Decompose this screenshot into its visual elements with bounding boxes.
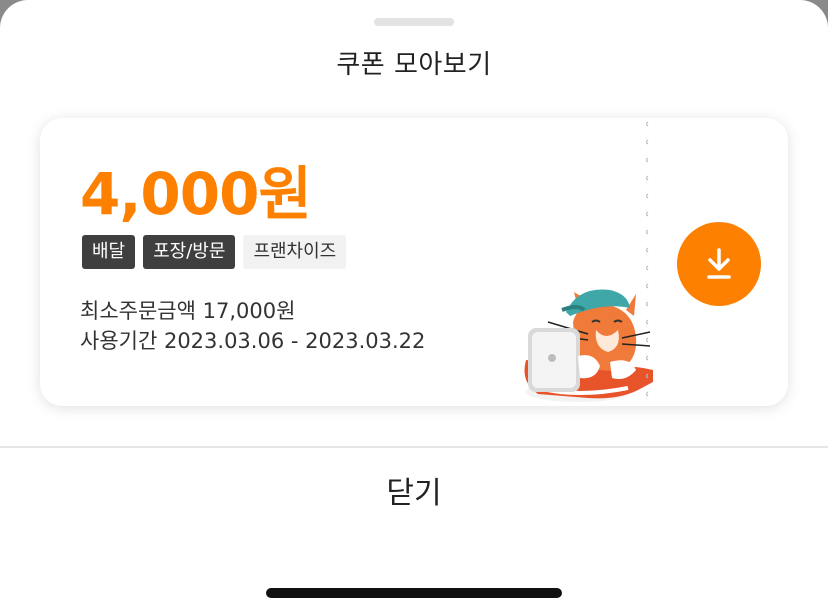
close-button[interactable]: 닫기	[314, 466, 514, 522]
tag-pickup-visit: 포장/방문	[143, 235, 236, 269]
tag-delivery: 배달	[82, 235, 136, 269]
cat-mascot-illustration	[524, 289, 653, 402]
coupon-card: 4,000원 배달 포장/방문 프랜차이즈 최소주문금액 17,000원 사용기…	[40, 118, 788, 406]
coupon-tags: 배달 포장/방문 프랜차이즈	[82, 235, 347, 269]
footer-divider	[0, 446, 828, 448]
home-indicator[interactable]	[266, 588, 562, 598]
min-order-amount: 최소주문금액 17,000원	[80, 299, 296, 323]
sheet-title: 쿠폰 모아보기	[336, 50, 492, 80]
drag-handle[interactable]	[374, 18, 454, 26]
tag-franchise: 프랜차이즈	[243, 235, 347, 269]
coupon-perforation	[645, 121, 649, 397]
usage-period: 사용기간 2023.03.06 - 2023.03.22	[80, 329, 426, 353]
download-icon	[707, 248, 731, 279]
download-coupon-button[interactable]	[677, 222, 761, 306]
bottom-sheet: 쿠폰 모아보기 4,000원 배달 포장/방문 프랜차이즈 최소주문금액 17,…	[0, 0, 828, 614]
coupon-info: 최소주문금액 17,000원 사용기간 2023.03.06 - 2023.03…	[80, 296, 425, 356]
coupon-amount: 4,000원	[80, 160, 312, 228]
